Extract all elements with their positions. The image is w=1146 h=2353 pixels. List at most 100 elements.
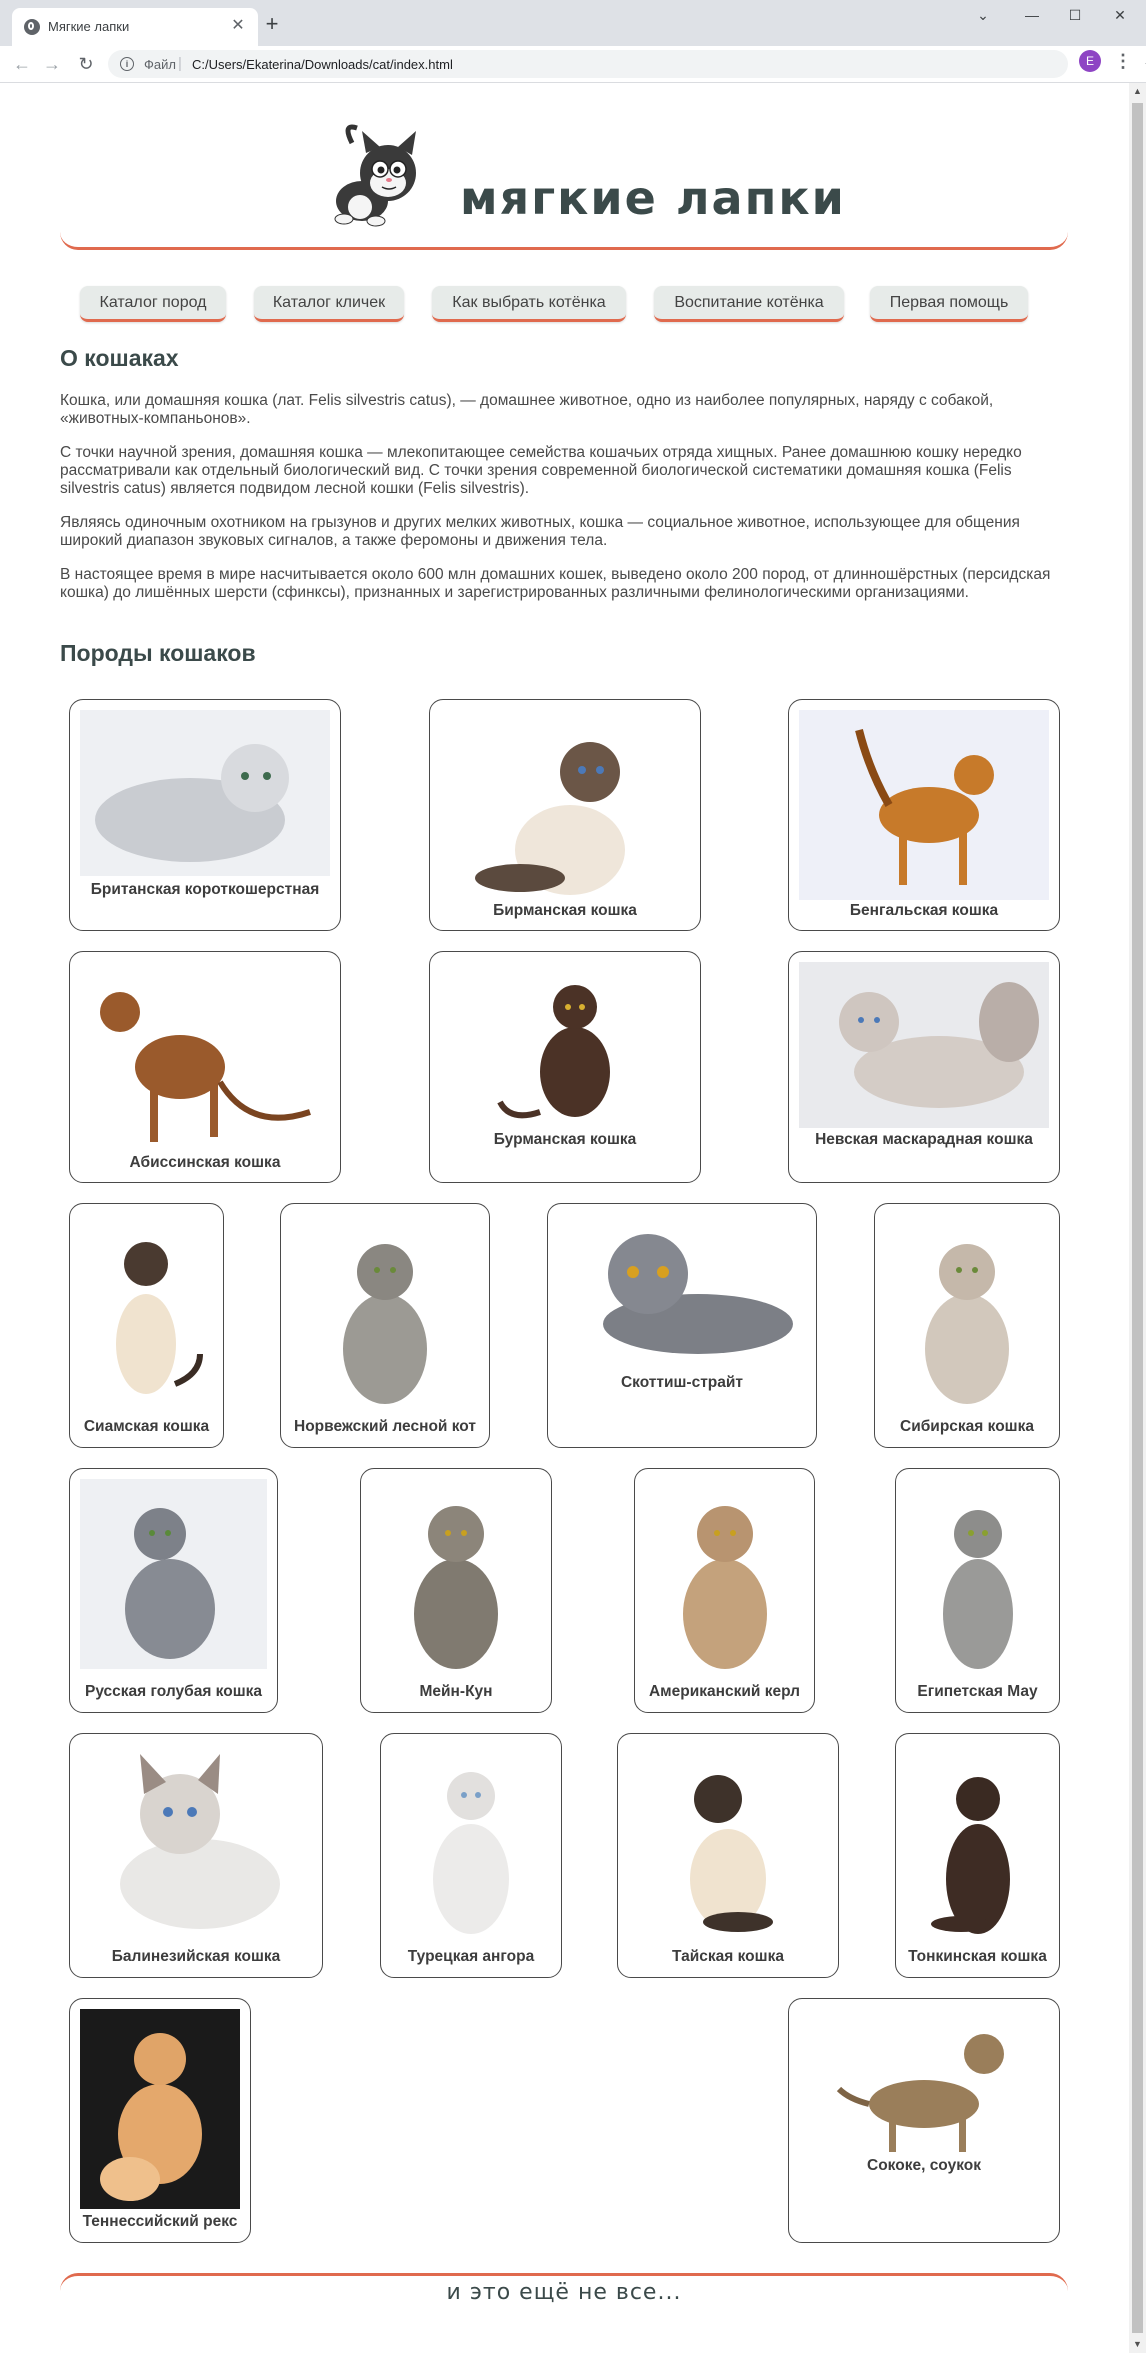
breed-name: Невская маскарадная кошка bbox=[815, 1131, 1033, 1148]
about-paragraph: Кошка, или домашняя кошка (лат. Felis si… bbox=[60, 392, 994, 427]
reload-icon[interactable]: ↻ bbox=[74, 52, 98, 76]
breed-card[interactable]: Абиссинская кошка bbox=[69, 951, 341, 1183]
norwegian-forest-cat-photo bbox=[291, 1214, 479, 1414]
breed-name: Русская голубая кошка bbox=[84, 1683, 262, 1700]
scroll-thumb[interactable] bbox=[1132, 103, 1143, 2333]
breed-card[interactable]: Тайская кошка bbox=[617, 1733, 839, 1978]
forward-arrow-icon[interactable]: → bbox=[40, 52, 64, 76]
abyssinian-cat-photo bbox=[80, 962, 330, 1152]
site-footer: и это ещё не все... bbox=[60, 2273, 1068, 2316]
tab-title: Мягкие лапки bbox=[48, 19, 130, 34]
info-icon[interactable]: i bbox=[120, 57, 134, 71]
breed-name: Сококе, соукок bbox=[867, 2157, 981, 2174]
address-bar[interactable]: i Файл | C:/Users/Ekaterina/Downloads/ca… bbox=[108, 50, 1146, 78]
breed-card[interactable]: Тонкинская кошка bbox=[895, 1733, 1060, 1978]
breed-card[interactable]: Сококе, соукок bbox=[788, 1998, 1060, 2243]
breed-name: Бурманская кошка bbox=[493, 1131, 637, 1148]
breed-name: Тайская кошка bbox=[672, 1948, 784, 1965]
kebab-menu-icon[interactable]: ⋮ bbox=[1114, 50, 1132, 72]
breed-name: Сиамская кошка bbox=[83, 1418, 210, 1435]
russian-blue-photo bbox=[80, 1479, 267, 1669]
breed-name: Теннессийский рекс bbox=[82, 2213, 238, 2230]
breed-name: Египетская Мау bbox=[917, 1683, 1038, 1700]
breed-name: Мейн-Кун bbox=[419, 1683, 493, 1700]
breed-name: Британская короткошерстная bbox=[90, 881, 320, 898]
browser-tab-strip: Мягкие лапки ✕ + ⌄ — ☐ ✕ bbox=[0, 0, 1146, 46]
cat-logo-icon bbox=[334, 124, 416, 227]
breed-name: Тонкинская кошка bbox=[908, 1948, 1047, 1965]
breed-card[interactable]: Сиамская кошка bbox=[69, 1203, 224, 1448]
breed-card[interactable]: Мейн-Кун bbox=[360, 1468, 552, 1713]
close-window-icon[interactable]: ✕ bbox=[1100, 0, 1140, 30]
about-paragraph: С точки научной зрения, домашняя кошка —… bbox=[60, 444, 1022, 497]
breed-name: Балинезийская кошка bbox=[111, 1948, 281, 1965]
breed-name: Сибирская кошка bbox=[900, 1418, 1034, 1435]
breed-name: Бирманская кошка bbox=[493, 902, 637, 919]
british-shorthair-photo bbox=[80, 710, 330, 876]
browser-tab[interactable]: Мягкие лапки ✕ bbox=[12, 8, 258, 46]
nav-item-raising-kitten[interactable]: Воспитание котёнка bbox=[654, 286, 844, 322]
new-tab-button[interactable]: + bbox=[260, 12, 284, 36]
nav-item-choose-kitten[interactable]: Как выбрать котёнка bbox=[432, 286, 626, 322]
breed-card[interactable]: Британская короткошерстная bbox=[69, 699, 341, 931]
breed-card[interactable]: Бурманская кошка bbox=[429, 951, 701, 1183]
tennessee-rex-photo bbox=[80, 2009, 240, 2209]
breed-card[interactable]: Теннессийский рекс bbox=[69, 1998, 251, 2243]
breed-name: Бенгальская кошка bbox=[849, 902, 999, 919]
about-paragraph: В настоящее время в мире насчитывается о… bbox=[60, 566, 1051, 601]
breed-name: Норвежский лесной кот bbox=[294, 1418, 476, 1435]
main-nav: Каталог пород Каталог кличек Как выбрать… bbox=[60, 286, 1068, 326]
breed-card[interactable]: Бирманская кошка bbox=[429, 699, 701, 931]
scroll-up-arrow-icon[interactable]: ▲ bbox=[1129, 83, 1146, 100]
profile-avatar[interactable]: E bbox=[1079, 50, 1101, 72]
breed-card[interactable]: Турецкая ангора bbox=[380, 1733, 562, 1978]
tab-search-icon[interactable]: ⌄ bbox=[963, 0, 1003, 30]
turkish-angora-photo bbox=[391, 1744, 551, 1944]
maine-coon-photo bbox=[371, 1479, 541, 1679]
burmese-cat-photo bbox=[440, 962, 690, 1130]
american-curl-photo bbox=[645, 1479, 804, 1679]
scroll-down-arrow-icon[interactable]: ▼ bbox=[1129, 2336, 1146, 2353]
breeds-heading: Породы кошаков bbox=[60, 640, 256, 666]
thai-cat-photo bbox=[628, 1744, 828, 1944]
nav-item-breeds-catalog[interactable]: Каталог пород bbox=[80, 286, 226, 322]
breed-name: Абиссинская кошка bbox=[129, 1154, 281, 1171]
egyptian-mau-photo bbox=[906, 1479, 1049, 1679]
address-separator: | bbox=[178, 55, 182, 72]
site-header: мягкие лапки bbox=[60, 123, 1068, 250]
page-content: мягкие лапки Каталог пород Каталог кличе… bbox=[0, 83, 1129, 2353]
address-url[interactable]: C:/Users/Ekaterina/Downloads/cat/index.h… bbox=[192, 57, 453, 72]
birman-cat-photo bbox=[440, 710, 690, 900]
maximize-icon[interactable]: ☐ bbox=[1055, 0, 1095, 30]
tab-close-icon[interactable]: ✕ bbox=[228, 16, 248, 36]
breed-card[interactable]: Сибирская кошка bbox=[874, 1203, 1060, 1448]
siberian-cat-photo bbox=[885, 1214, 1049, 1414]
bengal-cat-photo bbox=[799, 710, 1049, 900]
breed-name: Турецкая ангора bbox=[407, 1948, 535, 1965]
siamese-cat-photo bbox=[80, 1214, 213, 1414]
breed-card[interactable]: Балинезийская кошка bbox=[69, 1733, 323, 1978]
breed-card[interactable]: Скоттиш-страйт bbox=[547, 1203, 817, 1448]
breed-card[interactable]: Норвежский лесной кот bbox=[280, 1203, 490, 1448]
minimize-icon[interactable]: — bbox=[1012, 0, 1052, 30]
browser-toolbar: ← → ↻ i Файл | C:/Users/Ekaterina/Downlo… bbox=[0, 46, 1146, 83]
footer-text: и это ещё не все... bbox=[446, 2280, 682, 2305]
address-scheme: Файл bbox=[144, 57, 176, 72]
breed-name: Американский керл bbox=[648, 1683, 801, 1700]
about-heading: О кошаках bbox=[60, 345, 179, 371]
nav-item-first-aid[interactable]: Первая помощь bbox=[870, 286, 1028, 322]
breed-card[interactable]: Русская голубая кошка bbox=[69, 1468, 278, 1713]
tonkinese-cat-photo bbox=[906, 1744, 1049, 1944]
breed-card[interactable]: Американский керл bbox=[634, 1468, 815, 1713]
breed-card[interactable]: Невская маскарадная кошка bbox=[788, 951, 1060, 1183]
breed-card[interactable]: Бенгальская кошка bbox=[788, 699, 1060, 931]
page-scrollbar[interactable]: ▲ ▼ bbox=[1129, 83, 1146, 2353]
about-paragraph: Являясь одиночным охотником на грызунов … bbox=[60, 514, 1020, 549]
site-title: мягкие лапки bbox=[460, 171, 846, 225]
nav-item-names-catalog[interactable]: Каталог кличек bbox=[254, 286, 404, 322]
breed-card[interactable]: Египетская Мау bbox=[895, 1468, 1060, 1713]
balinese-cat-photo bbox=[80, 1744, 312, 1944]
scottish-straight-photo bbox=[558, 1214, 806, 1374]
globe-icon bbox=[24, 19, 40, 35]
back-arrow-icon[interactable]: ← bbox=[10, 52, 34, 76]
